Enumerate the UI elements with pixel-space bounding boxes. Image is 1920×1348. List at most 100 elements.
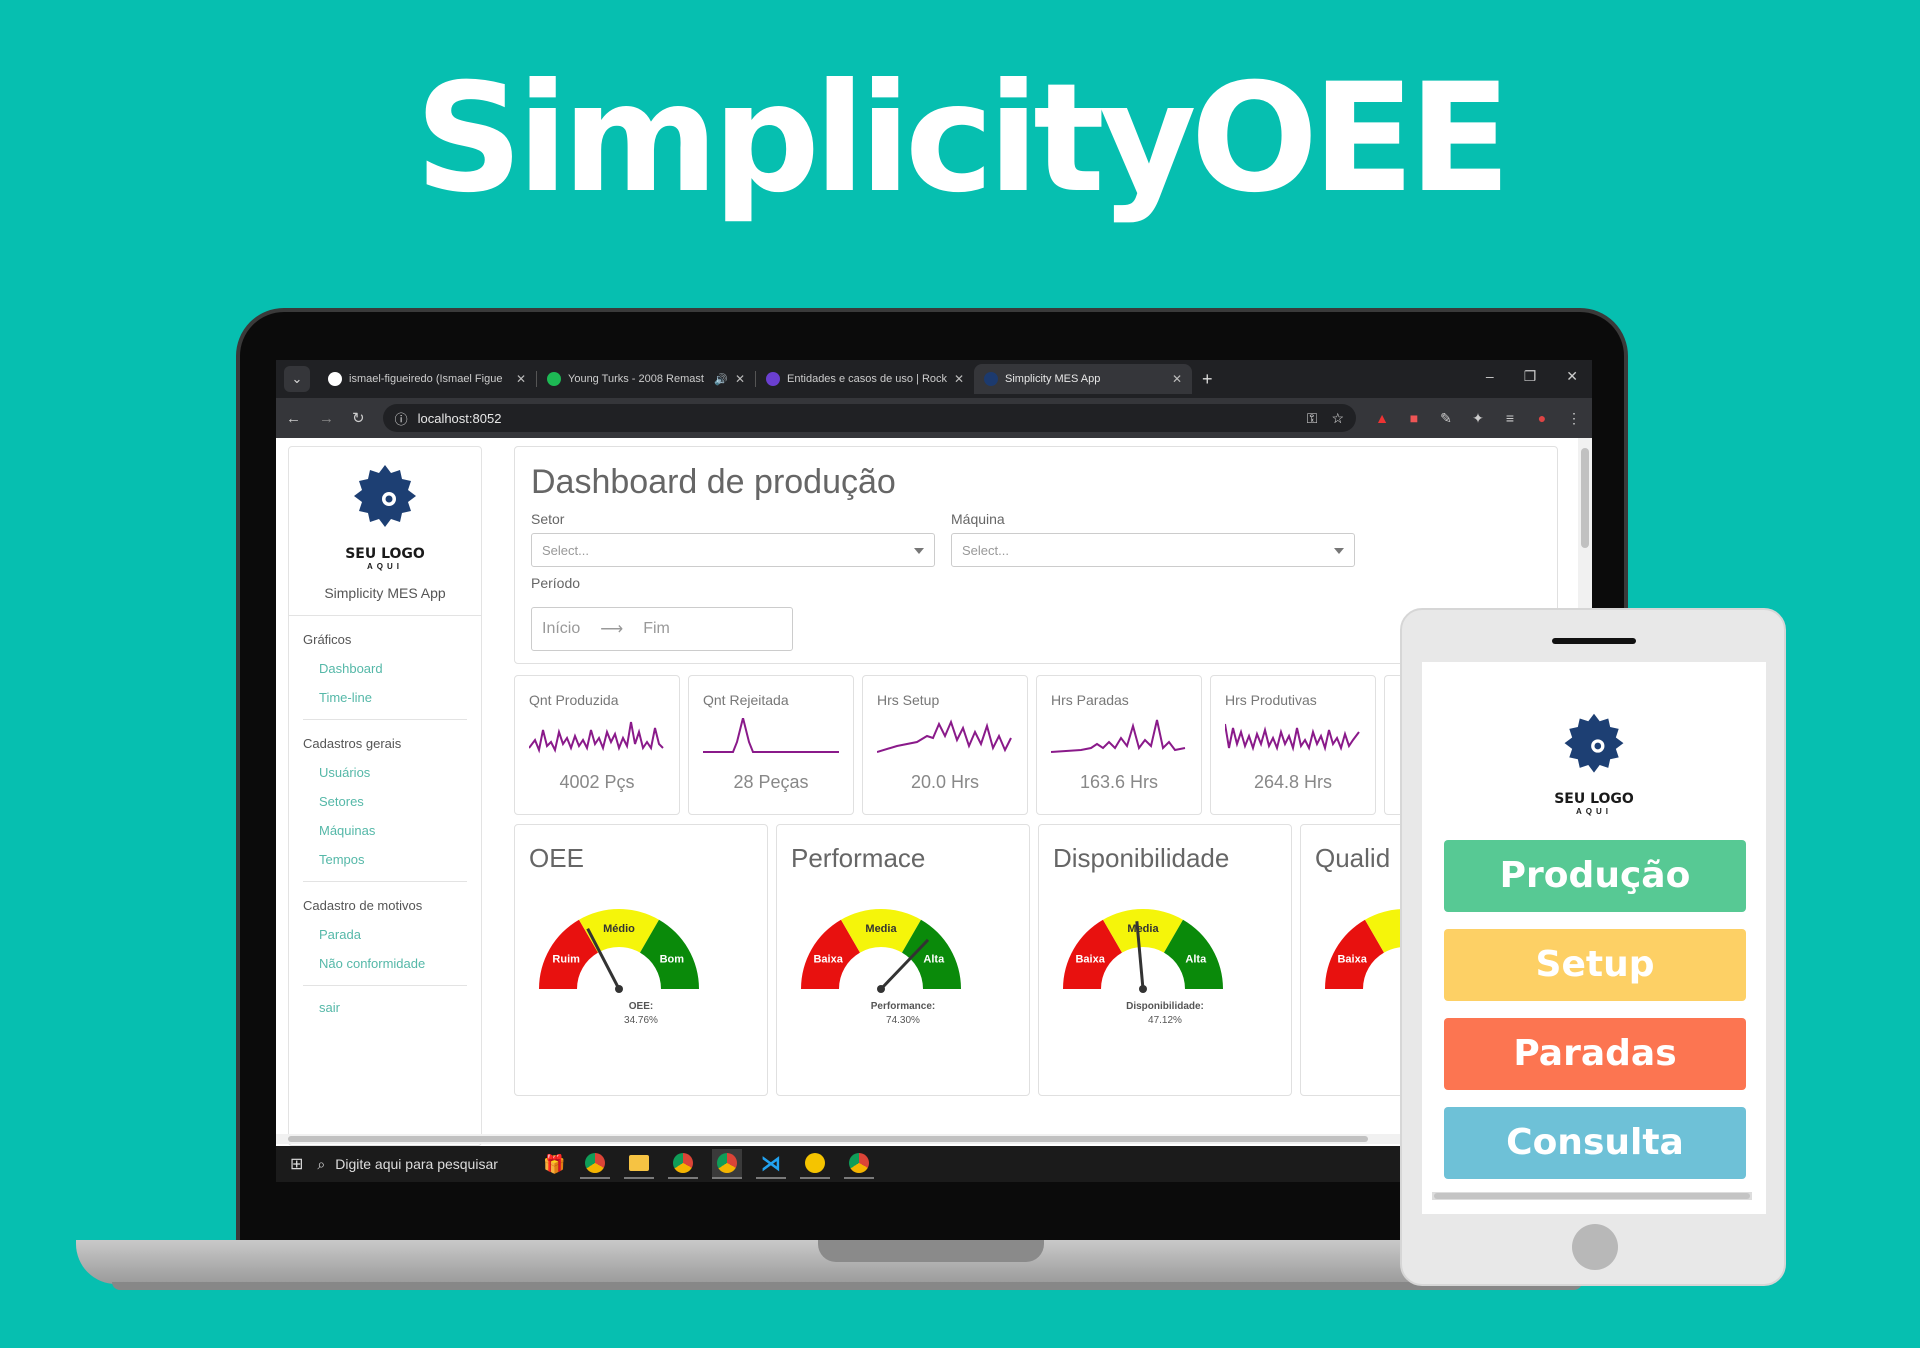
chevron-down-icon xyxy=(914,548,924,554)
chrome-dot xyxy=(848,1153,869,1173)
setor-label: Setor xyxy=(531,511,565,527)
puzzle-icon[interactable]: ✦ xyxy=(1470,410,1486,426)
scroll-thumb[interactable] xyxy=(1434,1193,1750,1199)
new-tab-button[interactable]: + xyxy=(1202,369,1213,390)
kpi-value: 4002 Pçs xyxy=(559,772,635,792)
minimize-icon[interactable]: – xyxy=(1486,368,1494,385)
close-icon[interactable]: ✕ xyxy=(516,372,526,386)
start-date-input[interactable]: Início xyxy=(542,620,580,638)
info-icon[interactable]: ⓘ xyxy=(395,409,408,428)
tablet-device: SEU LOGO AQUI Produção Setup Paradas Con… xyxy=(1400,608,1786,1286)
date-range-picker[interactable]: Início ⟶ Fim xyxy=(531,607,793,651)
setor-select-value: Select... xyxy=(542,543,589,558)
scroll-thumb[interactable] xyxy=(288,1136,1368,1142)
restore-icon[interactable]: ❐ xyxy=(1524,368,1537,385)
tab-spotify[interactable]: Young Turks - 2008 Remast 🔊 ✕ xyxy=(537,364,755,394)
sidebar-item-logout[interactable]: sair xyxy=(289,986,481,1015)
paradas-button[interactable]: Paradas xyxy=(1444,1018,1746,1090)
sidebar-item-tempos[interactable]: Tempos xyxy=(289,838,481,867)
reload-icon[interactable]: ↻ xyxy=(352,409,365,427)
folder-shape xyxy=(628,1155,649,1171)
setup-button[interactable]: Setup xyxy=(1444,929,1746,1001)
url-input[interactable]: ⓘ localhost:8052 ⚿ ☆ xyxy=(382,404,1356,432)
end-date-input[interactable]: Fim xyxy=(643,620,670,638)
chrome-profile-icon[interactable] xyxy=(667,1149,698,1179)
tab-rocket[interactable]: Entidades e casos de uso | Rock ✕ xyxy=(756,364,974,394)
pdf-extension-icon[interactable]: ▲ xyxy=(1374,410,1390,426)
chrome-alt-icon[interactable] xyxy=(843,1149,874,1179)
app-b-icon[interactable] xyxy=(799,1149,830,1179)
sidebar-item-dashboard[interactable]: Dashboard xyxy=(289,647,481,676)
sidebar-item-setores[interactable]: Setores xyxy=(289,780,481,809)
media-icon[interactable]: ≡ xyxy=(1502,410,1518,426)
hero-title: SimplicityOEE xyxy=(414,52,1511,226)
laptop-base-shadow xyxy=(112,1282,1582,1290)
gauge-needle-hub xyxy=(615,985,623,993)
taskbar-search[interactable]: ⌕ Digite aqui para pesquisar xyxy=(317,1156,557,1173)
close-icon[interactable]: ✕ xyxy=(954,372,964,386)
forward-icon[interactable]: → xyxy=(319,410,334,427)
tablet-logo: SEU LOGO AQUI xyxy=(1422,708,1766,816)
close-icon[interactable]: ✕ xyxy=(1172,372,1182,386)
page-title: Dashboard de produção xyxy=(531,463,896,501)
logo-text: SEU LOGO xyxy=(345,546,425,562)
tab-search-icon[interactable]: ⌄ xyxy=(284,366,310,392)
gauge-value: 47.12% xyxy=(1148,1015,1182,1026)
gauge-title: Disponibilidade xyxy=(1053,843,1230,873)
sidebar-item-parada[interactable]: Parada xyxy=(289,913,481,942)
taskbar-search-placeholder: Digite aqui para pesquisar xyxy=(335,1156,498,1172)
extension-icon[interactable]: ■ xyxy=(1406,410,1422,426)
sidebar-item-maquinas[interactable]: Máquinas xyxy=(289,809,481,838)
tab-simplicity[interactable]: Simplicity MES App ✕ xyxy=(974,364,1192,394)
horizontal-scrollbar[interactable] xyxy=(276,1134,1592,1144)
sparkline-produzida xyxy=(529,721,664,754)
consulta-button[interactable]: Consulta xyxy=(1444,1107,1746,1179)
tablet-speaker xyxy=(1552,638,1636,644)
profile-avatar-icon[interactable]: ● xyxy=(1534,410,1550,426)
producao-button[interactable]: Produção xyxy=(1444,840,1746,912)
sidebar-item-usuarios[interactable]: Usuários xyxy=(289,751,481,780)
gauge-value: 74.30% xyxy=(886,1015,920,1026)
spotify-icon xyxy=(547,372,561,386)
sidebar-item-nao-conformidade[interactable]: Não conformidade xyxy=(289,942,481,971)
menu-icon[interactable]: ⋮ xyxy=(1566,410,1582,426)
extensions: ▲ ■ ✎ ✦ ≡ ● ⋮ xyxy=(1374,410,1582,427)
setor-select[interactable]: Select... xyxy=(531,533,935,567)
speaker-icon[interactable]: 🔊 xyxy=(714,373,728,386)
eyedropper-icon[interactable]: ✎ xyxy=(1438,410,1454,426)
close-icon[interactable]: ✕ xyxy=(735,372,745,386)
gauge-value-label: Disponibilidade: xyxy=(1126,1001,1204,1012)
gear-logo-icon xyxy=(1564,713,1624,773)
folder-icon[interactable] xyxy=(623,1149,654,1179)
back-icon[interactable]: ← xyxy=(286,410,301,427)
chrome-active-icon[interactable] xyxy=(711,1149,742,1179)
key-icon[interactable]: ⚿ xyxy=(1307,410,1318,427)
scroll-thumb[interactable] xyxy=(1581,448,1589,548)
gauge-card-disponibilidade: Disponibilidade Baixa Media Alta Disponibi… xyxy=(1038,824,1292,1096)
gift-icon[interactable]: 🎁 xyxy=(543,1154,565,1175)
tab-github[interactable]: ismael-figueiredo (Ismael Figue ✕ xyxy=(318,364,536,394)
chrome-icon[interactable] xyxy=(579,1149,610,1179)
gauge-band-label: Alta xyxy=(1185,954,1207,966)
kpi-title: Hrs Paradas xyxy=(1051,692,1129,708)
close-window-icon[interactable]: ✕ xyxy=(1566,368,1578,385)
sidebar-logo: SEU LOGO AQUI Simplicity MES App xyxy=(289,447,481,601)
gauge-band-label: Alta xyxy=(923,954,945,966)
vscode-icon[interactable]: ⋊ xyxy=(755,1149,786,1179)
tablet-home-button[interactable] xyxy=(1572,1224,1618,1270)
app-content: SEU LOGO AQUI Simplicity MES App Gráfico… xyxy=(276,438,1592,1146)
sidebar-item-timeline[interactable]: Time-line xyxy=(289,676,481,705)
star-icon[interactable]: ☆ xyxy=(1331,410,1344,427)
gauge-band-label: Baixa xyxy=(813,954,843,966)
taskbar: ⊞ ⌕ Digite aqui para pesquisar 🎁 ⋊ ^ xyxy=(276,1146,1592,1182)
chrome-dot xyxy=(672,1153,693,1173)
maquina-select[interactable]: Select... xyxy=(951,533,1355,567)
windows-start-icon[interactable]: ⊞ xyxy=(290,1154,303,1174)
tablet-scrollbar[interactable] xyxy=(1432,1192,1752,1200)
kpi-title: Qnt Rejeitada xyxy=(703,692,789,708)
maquina-select-value: Select... xyxy=(962,543,1009,558)
sparkline-produtivas xyxy=(1225,723,1360,752)
logo-text: SEU LOGO xyxy=(1554,791,1634,807)
gauge-chart: Ruim Médio Bom xyxy=(539,909,699,993)
gauge-band-label: Media xyxy=(865,923,897,935)
